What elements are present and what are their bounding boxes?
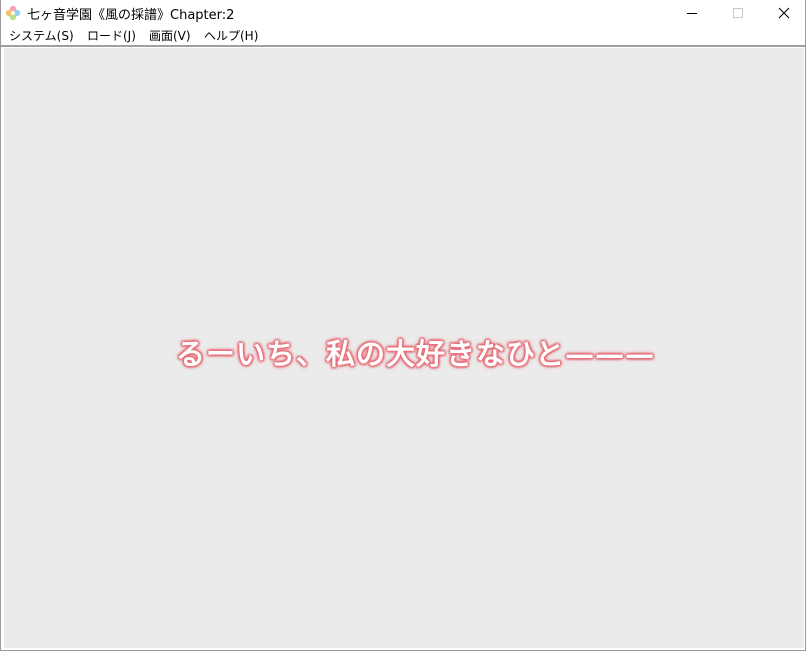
menu-system[interactable]: システム(S) <box>8 27 75 44</box>
window-title: 七ヶ音学園《風の採譜》Chapter:2 <box>27 8 235 23</box>
maximize-icon <box>732 4 744 23</box>
minimize-icon <box>686 4 698 23</box>
title-bar[interactable]: 七ヶ音学園《風の採譜》Chapter:2 <box>1 0 805 26</box>
menu-view[interactable]: 画面(V) <box>148 27 192 44</box>
game-window: 七ヶ音学園《風の採譜》Chapter:2 システム(S) ロード(J) 画面(V… <box>0 0 806 651</box>
scene-caption: るーいち、私の大好きなひと——— <box>176 337 656 371</box>
menu-bar: システム(S) ロード(J) 画面(V) ヘルプ(H) <box>1 26 805 45</box>
menu-divider <box>1 45 805 47</box>
flower-app-icon[interactable] <box>5 5 21 21</box>
menu-load[interactable]: ロード(J) <box>86 27 137 44</box>
minimize-button[interactable] <box>669 0 715 26</box>
menu-help[interactable]: ヘルプ(H) <box>203 27 259 44</box>
close-button[interactable] <box>761 0 806 26</box>
game-screen[interactable]: るーいち、私の大好きなひと——— <box>4 48 804 648</box>
close-icon <box>778 4 790 23</box>
maximize-button[interactable] <box>715 0 761 26</box>
